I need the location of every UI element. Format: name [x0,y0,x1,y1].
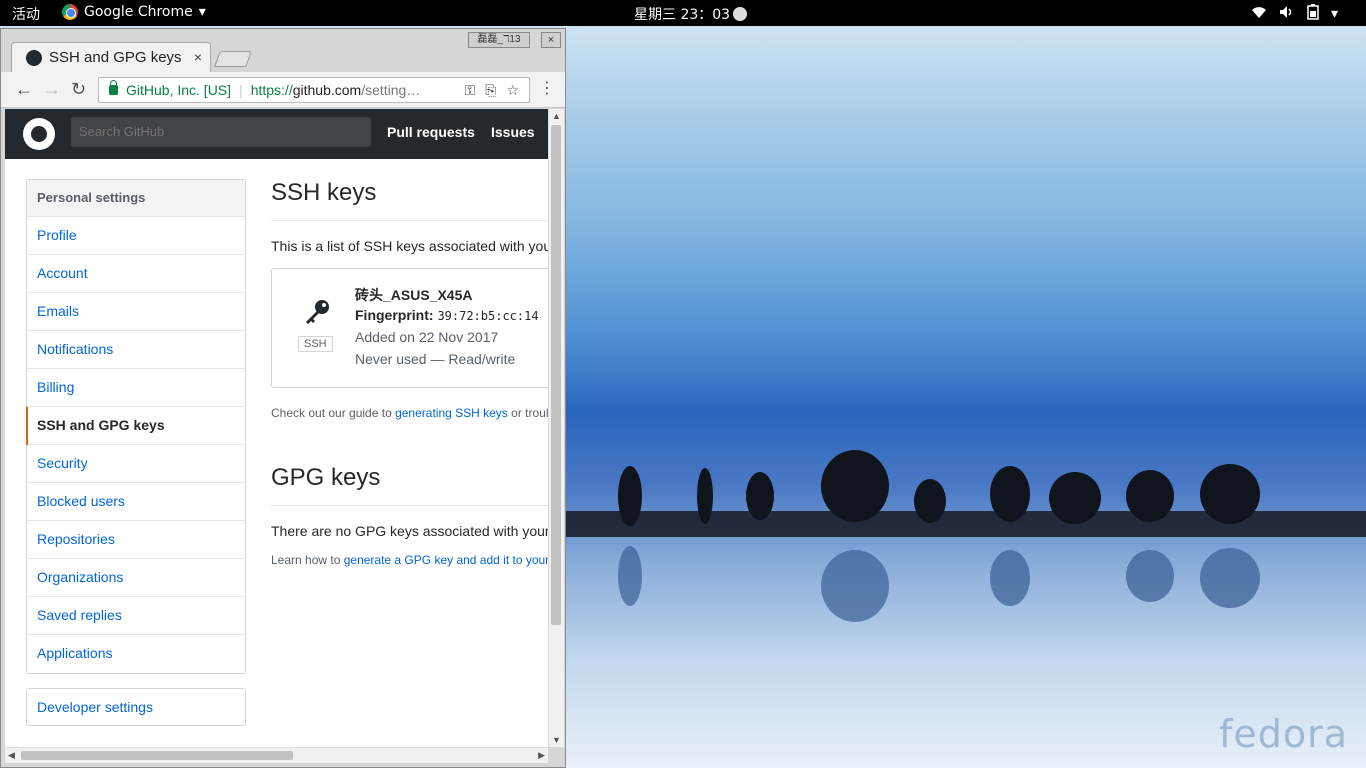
address-bar[interactable]: GitHub, Inc. [US] | https:// github.com … [98,77,530,103]
chrome-window: SSH and GPG keys × 磊磊_ℸ13 × ← → ↻ GitHub… [0,28,566,768]
ssh-badge: SSH [298,336,333,352]
battery-icon [1307,4,1319,24]
gpg-keys-heading: GPG keys [271,464,548,506]
omnibox-divider: | [239,82,243,98]
scroll-up-icon[interactable]: ▲ [552,111,561,121]
menu-item-notifications[interactable]: Notifications [27,331,245,369]
menu-item-billing[interactable]: Billing [27,369,245,407]
title-bar[interactable]: SSH and GPG keys × 磊磊_ℸ13 × [1,29,565,72]
menu-item-saved-replies[interactable]: Saved replies [27,597,245,635]
clock[interactable]: 星期三 23：03 [634,4,748,24]
wifi-icon [1251,5,1267,23]
chrome-icon [62,4,78,20]
star-icon[interactable]: ☆ [506,82,519,99]
menu-item-emails[interactable]: Emails [27,293,245,331]
scroll-left-icon[interactable]: ◀ [8,750,15,761]
chevron-down-icon: ▾ [198,4,206,20]
horizontal-scroll-thumb[interactable] [21,751,293,760]
url-path: /setting… [361,82,421,98]
tab-title: SSH and GPG keys [49,49,182,66]
generating-ssh-keys-link[interactable]: generating SSH keys [395,406,508,420]
back-arrow-icon[interactable]: ← [15,80,33,98]
ssh-guide-suffix: or troul [507,406,548,420]
github-logo-icon[interactable] [23,118,55,150]
notification-dot-icon [733,7,748,21]
menu-item-developer-settings[interactable]: Developer settings [26,688,246,726]
tab-close-icon[interactable]: × [194,49,202,65]
kebab-menu-icon[interactable]: ⋮ [539,81,555,97]
volume-icon [1279,5,1295,23]
vertical-scrollbar[interactable]: ▲ ▼ [548,109,564,747]
fedora-logo: fedora [1218,712,1348,756]
top-bar: 活动 Google Chrome ▾ 星期三 23：03 ▾ [0,0,1366,26]
tab-ssh-gpg-keys[interactable]: SSH and GPG keys × [11,42,211,72]
ssh-key-title: 砖头_ASUS_X45A [355,287,473,303]
menu-item-ssh-gpg-keys[interactable]: SSH and GPG keys [26,407,245,445]
browser-toolbar: ← → ↻ GitHub, Inc. [US] | https:// githu… [1,72,565,108]
nav-pull-requests[interactable]: Pull requests [387,124,475,140]
menu-item-organizations[interactable]: Organizations [27,559,245,597]
menu-item-blocked-users[interactable]: Blocked users [27,483,245,521]
forward-arrow-icon[interactable]: → [43,80,61,98]
search-input[interactable] [71,117,371,147]
fingerprint-label: Fingerprint: [355,307,434,323]
vertical-scroll-thumb[interactable] [551,125,561,625]
menu-item-account[interactable]: Account [27,255,245,293]
ssh-keys-heading: SSH keys [271,179,548,221]
lock-icon [109,80,118,95]
key-icon[interactable]: ⚿ [465,82,476,99]
ssh-key-usage: Never used — Read/write [355,351,516,367]
scroll-down-icon[interactable]: ▼ [552,735,561,745]
translate-icon[interactable]: ⎘ [485,82,496,99]
ssh-key-fingerprint: Fingerprint: 39:72:b5:cc:14 [355,307,539,323]
url-domain: github.com [292,82,362,98]
ssh-keys-description: This is a list of SSH keys associated wi… [271,238,548,254]
key-icon [302,297,332,333]
status-menu[interactable]: ▾ [1251,4,1338,24]
fingerprint-value: 39:72:b5:cc:14 [437,309,539,323]
settings-menu: Personal settings Profile Account Emails… [26,179,246,674]
ev-certificate-label[interactable]: GitHub, Inc. [US] [126,82,231,98]
window-close-button[interactable]: × [541,32,561,48]
scroll-right-icon[interactable]: ▶ [538,750,545,761]
horizontal-scrollbar[interactable]: ◀ ▶ [5,747,548,763]
ssh-guide-note: Check out our guide to generating SSH ke… [271,406,548,420]
github-favicon-icon [26,49,42,66]
menu-heading: Personal settings [27,180,245,217]
activities-button[interactable]: 活动 [12,4,40,24]
clock-text: 星期三 23：03 [634,7,731,23]
app-menu[interactable]: Google Chrome ▾ [62,4,206,20]
gpg-learn-note: Learn how to generate a GPG key and add … [271,553,548,567]
generate-gpg-key-link[interactable]: generate a GPG key and add it to your [344,553,548,567]
url-scheme: https:// [250,82,293,98]
ssh-key-item: SSH 砖头_ASUS_X45A Fingerprint: 39:72:b5:c… [271,268,548,388]
menu-item-applications[interactable]: Applications [27,635,245,673]
ssh-key-added-date: Added on 22 Nov 2017 [355,329,499,345]
new-tab-button[interactable] [214,51,252,67]
omnibox-actions: ⚿ ⎘ ☆ [458,82,519,99]
gpg-keys-description: There are no GPG keys associated with yo… [271,523,548,539]
settings-content: SSH keys This is a list of SSH keys asso… [271,179,548,567]
page-viewport: Pull requests Issues Personal settings P… [5,109,548,747]
chevron-down-icon: ▾ [1330,6,1338,22]
menu-item-repositories[interactable]: Repositories [27,521,245,559]
github-header: Pull requests Issues [5,109,548,159]
reload-icon[interactable]: ↻ [71,80,86,98]
gpg-learn-prefix: Learn how to [271,553,344,567]
app-menu-label: Google Chrome [84,4,193,20]
profile-badge[interactable]: 磊磊_ℸ13 [468,32,530,48]
menu-item-security[interactable]: Security [27,445,245,483]
ssh-guide-prefix: Check out our guide to [271,406,396,420]
menu-item-profile[interactable]: Profile [27,217,245,255]
nav-issues[interactable]: Issues [491,124,535,140]
